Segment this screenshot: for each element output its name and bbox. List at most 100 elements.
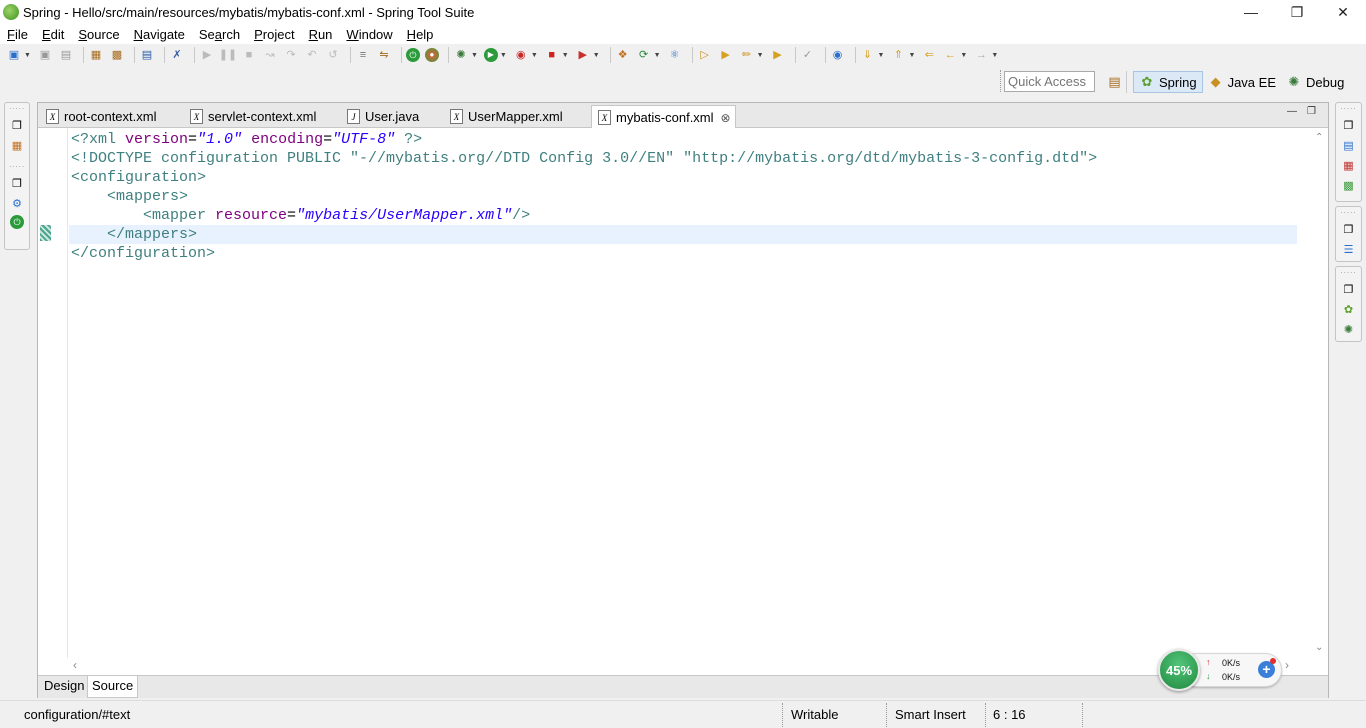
forward-icon[interactable]: →	[973, 47, 989, 63]
vertical-scrollbar[interactable]: ⌃ ⌄	[1312, 128, 1328, 658]
disconnect-icon[interactable]: ↝	[262, 47, 278, 63]
open-perspective-icon[interactable]: ▤	[1103, 71, 1127, 93]
terminate-icon[interactable]: ■	[241, 47, 257, 63]
package-explorer-icon[interactable]: ▦	[9, 137, 25, 153]
tasks-icon[interactable]: ▤	[1341, 137, 1357, 153]
tab-user-java[interactable]: J User.java	[341, 105, 441, 128]
horizontal-scrollbar[interactable]: ‹ ›	[69, 658, 1309, 674]
trim-handle[interactable]: .....	[5, 103, 29, 113]
perspective-debug[interactable]: ✺ Debug	[1281, 71, 1349, 93]
menu-edit[interactable]: Edit	[35, 27, 71, 42]
scroll-left-icon[interactable]: ‹	[73, 658, 77, 672]
stop-icon[interactable]: ■	[544, 47, 560, 63]
annotations-icon[interactable]: ✓	[800, 47, 816, 63]
xml-source-editor[interactable]: <?xml version="1.0" encoding="UTF-8" ?> …	[38, 128, 1314, 658]
restore-view-icon[interactable]: ❐	[9, 175, 25, 191]
refresh-dropdown-icon[interactable]: ▼	[654, 52, 661, 59]
spring-explorer-icon[interactable]: ▩	[1341, 177, 1357, 193]
tab-root-context-xml[interactable]: X root-context.xml	[40, 105, 182, 128]
outline-icon[interactable]: ☰	[1341, 241, 1357, 257]
servers-icon[interactable]: ⚙	[9, 195, 25, 211]
save-icon[interactable]: ▣	[37, 47, 53, 63]
boot-dashboard-icon[interactable]: ⏻	[10, 215, 24, 229]
next-annotation-dropdown-icon[interactable]: ▼	[878, 52, 885, 59]
tab-mybatis-conf-xml[interactable]: X mybatis-conf.xml ⊗	[591, 105, 736, 129]
stop-dropdown-icon[interactable]: ▼	[562, 52, 569, 59]
web-browser-icon[interactable]: ◉	[830, 47, 846, 63]
open-type-icon[interactable]: ▷	[697, 47, 713, 63]
tab-servlet-context-xml[interactable]: X servlet-context.xml	[184, 105, 334, 128]
debug-dropdown-icon[interactable]: ▼	[471, 52, 478, 59]
spring-boot-icon[interactable]: ●	[424, 48, 439, 62]
skip-breakpoints-icon[interactable]: ✗	[169, 47, 185, 63]
minimize-icon[interactable]: —	[1228, 0, 1274, 24]
open-folder-icon[interactable]: ▶	[718, 47, 734, 63]
print-icon[interactable]: ▦	[88, 47, 104, 63]
drop-to-frame-icon[interactable]: ≡	[355, 47, 371, 63]
new-bean-icon[interactable]: ❖	[615, 47, 631, 63]
last-edit-location-icon[interactable]: ⇐	[921, 47, 937, 63]
external-tools-icon[interactable]: ▶	[575, 47, 591, 63]
menu-run[interactable]: Run	[302, 27, 340, 42]
resume-icon[interactable]: ▶	[199, 47, 215, 63]
perspective-spring[interactable]: ✿ Spring	[1133, 71, 1203, 93]
previous-annotation-dropdown-icon[interactable]: ▼	[908, 52, 915, 59]
close-icon[interactable]: ✕	[1320, 0, 1366, 24]
build-icon[interactable]: ▩	[109, 47, 125, 63]
search-wand-icon[interactable]: ✏	[739, 47, 755, 63]
new-icon[interactable]: ▣	[6, 47, 22, 63]
restore-view-icon[interactable]: ❐	[9, 117, 25, 133]
scroll-up-icon[interactable]: ⌃	[1315, 132, 1323, 143]
debug-icon[interactable]: ✺	[453, 47, 469, 63]
step-return-icon[interactable]: ↺	[325, 47, 341, 63]
run-dropdown-icon[interactable]: ▼	[500, 52, 507, 59]
close-tab-icon[interactable]: ⊗	[721, 111, 731, 125]
trim-handle[interactable]: .....	[1336, 207, 1361, 217]
restore-view-icon[interactable]: ❐	[1341, 117, 1357, 133]
scroll-down-icon[interactable]: ⌄	[1315, 642, 1323, 653]
trim-handle[interactable]: .....	[1336, 267, 1361, 277]
network-speed-widget[interactable]: 45% ↑ ↓ 0K/s 0K/s +	[1158, 649, 1282, 691]
coverage-dropdown-icon[interactable]: ▼	[531, 52, 538, 59]
step-into-icon[interactable]: ↷	[283, 47, 299, 63]
step-over-icon[interactable]: ↶	[304, 47, 320, 63]
scroll-right-icon[interactable]: ›	[1285, 658, 1289, 672]
new-java-class-icon[interactable]: ⚛	[667, 47, 683, 63]
tab-usermapper-xml[interactable]: X UserMapper.xml	[444, 105, 584, 128]
trim-handle[interactable]: .....	[1336, 103, 1361, 113]
back-icon[interactable]: ←	[942, 47, 958, 63]
menu-search[interactable]: Search	[192, 27, 247, 42]
suspend-icon[interactable]: ❚❚	[219, 47, 237, 63]
menu-file[interactable]: File	[0, 27, 35, 42]
problems-icon[interactable]: ▦	[1341, 157, 1357, 173]
menu-source[interactable]: Source	[71, 27, 126, 42]
spring-leaf-icon[interactable]: ✿	[1341, 301, 1357, 317]
tab-design[interactable]: Design	[40, 676, 88, 698]
previous-annotation-icon[interactable]: ⇑	[890, 47, 906, 63]
restore-icon[interactable]: ❐	[1274, 0, 1320, 24]
minimize-view-icon[interactable]: —	[1287, 106, 1297, 117]
restore-view-icon[interactable]: ❐	[1341, 221, 1357, 237]
restore-view-icon[interactable]: ❐	[1341, 281, 1357, 297]
quick-access-input[interactable]	[1004, 71, 1095, 92]
run-icon[interactable]: ▶	[483, 48, 498, 62]
trim-handle[interactable]: .....	[5, 161, 29, 171]
menu-project[interactable]: Project	[247, 27, 301, 42]
coverage-icon[interactable]: ◉	[513, 47, 529, 63]
save-all-icon[interactable]: ▤	[58, 47, 74, 63]
perspective-java-ee[interactable]: ◆ Java EE	[1203, 71, 1281, 93]
menu-window[interactable]: Window	[339, 27, 399, 42]
open-task-icon[interactable]: ▶	[770, 47, 786, 63]
menu-navigate[interactable]: Navigate	[127, 27, 192, 42]
use-step-filters-icon[interactable]: ⇋	[376, 47, 392, 63]
menu-help[interactable]: Help	[400, 27, 441, 42]
back-dropdown-icon[interactable]: ▼	[960, 52, 967, 59]
power-icon[interactable]: ⏻	[405, 48, 420, 62]
new-dropdown-icon[interactable]: ▼	[24, 52, 31, 59]
external-tools-dropdown-icon[interactable]: ▼	[593, 52, 600, 59]
maximize-view-icon[interactable]: ❐	[1307, 106, 1316, 117]
next-annotation-icon[interactable]: ⇓	[860, 47, 876, 63]
tab-source[interactable]: Source	[87, 676, 139, 698]
forward-dropdown-icon[interactable]: ▼	[991, 52, 998, 59]
debug-bug-icon[interactable]: ✺	[1341, 321, 1357, 337]
